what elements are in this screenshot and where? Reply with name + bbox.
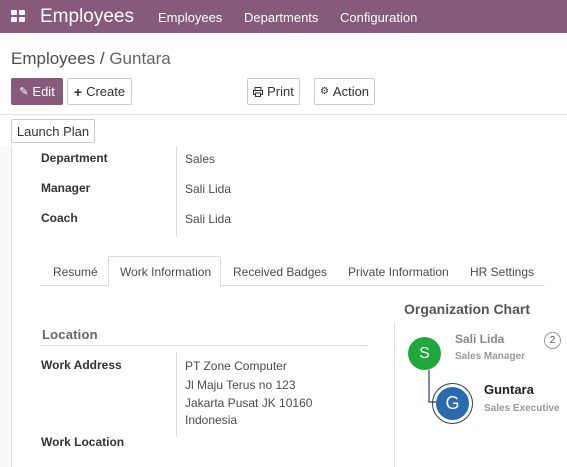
- manager-initial: S: [419, 344, 430, 362]
- subordinates-count: 2: [549, 335, 556, 346]
- org-manager-job: Sales Manager: [455, 351, 526, 362]
- tab-hr-settings[interactable]: HR Settings: [470, 265, 534, 279]
- employee-avatar[interactable]: G: [436, 387, 469, 420]
- print-button-label: Print: [267, 84, 294, 99]
- print-button[interactable]: Print: [247, 78, 300, 105]
- work-address-label: Work Address: [41, 358, 122, 372]
- address-line-3: Jakarta Pusat JK 10160: [185, 396, 313, 410]
- work-location-label: Work Location: [41, 435, 125, 449]
- edit-button-label: Edit: [32, 84, 55, 99]
- create-button-label: Create: [86, 84, 126, 99]
- manager-value[interactable]: Sali Lida: [185, 182, 231, 196]
- field-divider: [176, 146, 177, 237]
- org-employee-job: Sales Executive: [484, 403, 560, 414]
- department-value[interactable]: Sales: [185, 152, 215, 166]
- create-button[interactable]: + Create: [67, 78, 132, 105]
- action-button-label: Action: [332, 84, 370, 99]
- org-manager-name[interactable]: Sali Lida: [455, 332, 504, 346]
- plus-icon: +: [73, 83, 83, 100]
- app-title[interactable]: Employees: [40, 6, 134, 28]
- menu-configuration[interactable]: Configuration: [340, 10, 417, 25]
- launch-plan-label: Launch Plan: [16, 123, 90, 139]
- coach-label: Coach: [41, 211, 78, 225]
- action-button[interactable]: ⚙ Action: [314, 78, 375, 105]
- employee-initial: G: [445, 393, 460, 413]
- apps-menu-icon[interactable]: [11, 10, 25, 22]
- tab-received-badges[interactable]: Received Badges: [233, 265, 327, 279]
- top-navbar: Employees Employees Departments Configur…: [0, 0, 567, 33]
- gear-icon: ⚙: [319, 86, 329, 97]
- edit-button[interactable]: ✎ Edit: [11, 78, 63, 105]
- address-divider: [176, 352, 177, 437]
- manager-avatar[interactable]: S: [408, 337, 441, 370]
- location-section-title: Location: [42, 327, 98, 342]
- coach-value[interactable]: Sali Lida: [185, 212, 231, 226]
- org-chart-title: Organization Chart: [404, 301, 531, 317]
- org-chart-border: [394, 322, 395, 467]
- department-label: Department: [41, 151, 108, 165]
- subordinates-count-badge[interactable]: 2: [544, 332, 561, 349]
- control-panel-divider: [0, 114, 567, 115]
- breadcrumb-separator: /: [99, 49, 105, 68]
- address-line-2: Jl Maju Terus no 123: [185, 378, 296, 392]
- menu-departments[interactable]: Departments: [244, 10, 318, 25]
- tab-resume[interactable]: Resumé: [53, 265, 98, 279]
- launch-plan-button[interactable]: Launch Plan: [11, 119, 95, 143]
- manager-label: Manager: [41, 181, 91, 195]
- breadcrumb: Employees / Guntara: [11, 49, 171, 69]
- breadcrumb-parent[interactable]: Employees: [11, 49, 95, 68]
- tab-work-information[interactable]: Work Information: [120, 265, 211, 279]
- address-line-1[interactable]: PT Zone Computer: [185, 359, 287, 373]
- breadcrumb-current: Guntara: [109, 49, 171, 68]
- tab-private-information[interactable]: Private Information: [348, 265, 449, 279]
- address-line-4: Indonesia: [185, 413, 238, 427]
- location-section-line: [40, 345, 367, 346]
- menu-employees[interactable]: Employees: [158, 10, 222, 25]
- pencil-icon: ✎: [19, 86, 29, 98]
- printer-icon: [253, 86, 264, 97]
- org-employee-name: Guntara: [484, 382, 534, 397]
